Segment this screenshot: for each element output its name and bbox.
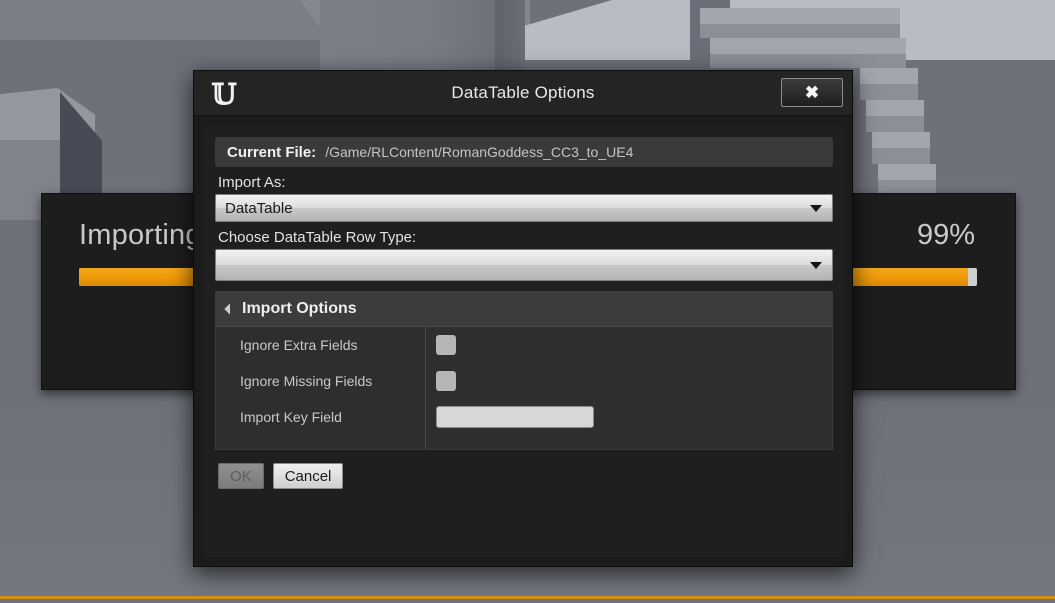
background-stair-step — [710, 38, 906, 54]
ok-button-label: OK — [230, 467, 252, 485]
background-stair-step — [866, 100, 924, 116]
background-stair-step — [878, 164, 936, 180]
option-control — [425, 406, 832, 428]
option-label: Import Key Field — [240, 409, 342, 425]
background-ledge-left — [0, 0, 330, 40]
table-row: Ignore Missing Fields — [216, 363, 832, 399]
background-stair-riser — [872, 148, 930, 164]
background-stair-step — [860, 68, 918, 84]
import-as-label: Import As: — [218, 174, 286, 191]
option-label: Ignore Extra Fields — [240, 337, 358, 353]
background-stair-riser — [710, 54, 906, 68]
import-as-dropdown[interactable]: DataTable — [215, 194, 833, 222]
close-button[interactable]: ✖ — [781, 78, 843, 107]
current-file-label: Current File: — [227, 143, 317, 161]
import-options-panel: Import Options Ignore Extra Fields Ignor… — [215, 291, 833, 450]
options-column-divider — [425, 327, 426, 449]
option-control — [425, 335, 832, 355]
import-as-value: DataTable — [225, 199, 293, 217]
import-options-title: Import Options — [242, 300, 357, 317]
table-row: Ignore Extra Fields — [216, 327, 832, 363]
background-stair-step — [872, 132, 930, 148]
import-options-rows: Ignore Extra Fields Ignore Missing Field… — [216, 327, 832, 449]
ok-button[interactable]: OK — [218, 463, 264, 489]
close-icon: ✖ — [804, 83, 820, 102]
expander-triangle-icon — [224, 303, 236, 315]
background-stair-riser — [866, 116, 924, 132]
ignore-missing-fields-checkbox[interactable] — [436, 371, 456, 391]
dialog-title-bar[interactable]: 𝕌 DataTable Options ✖ — [194, 71, 852, 116]
background-stair-riser — [878, 180, 936, 193]
row-type-label: Choose DataTable Row Type: — [218, 229, 417, 246]
dialog-body: Current File: /Game/RLContent/RomanGodde… — [204, 125, 844, 557]
chevron-down-icon — [810, 205, 822, 212]
chevron-down-icon — [810, 262, 822, 269]
bottom-accent-line — [0, 596, 1055, 599]
dialog-title: DataTable Options — [451, 83, 595, 102]
table-row: Import Key Field — [216, 399, 832, 435]
cancel-button-label: Cancel — [284, 467, 332, 485]
option-control — [425, 371, 832, 391]
datatable-options-dialog: 𝕌 DataTable Options ✖ Current File: /Gam… — [193, 70, 853, 567]
current-file-value: /Game/RLContent/RomanGoddess_CC3_to_UE4 — [325, 144, 634, 160]
import-options-header[interactable]: Import Options — [216, 292, 832, 327]
current-file-bar: Current File: /Game/RLContent/RomanGodde… — [215, 137, 833, 167]
row-type-dropdown[interactable] — [215, 249, 833, 281]
progress-label: Importing — [79, 219, 202, 251]
option-label: Ignore Missing Fields — [240, 373, 373, 389]
import-key-field-input[interactable] — [436, 406, 594, 428]
ignore-extra-fields-checkbox[interactable] — [436, 335, 456, 355]
background-stair-riser — [860, 84, 918, 100]
bottom-bar — [0, 599, 1055, 603]
background-stair-riser — [700, 24, 900, 38]
progress-percent: 99% — [916, 219, 975, 251]
options-bottom-padding — [216, 435, 832, 449]
dialog-footer: OK Cancel — [215, 463, 833, 489]
unreal-engine-logo-icon: 𝕌 — [211, 77, 237, 111]
cancel-button[interactable]: Cancel — [272, 463, 344, 489]
background-stair-step — [700, 8, 900, 24]
